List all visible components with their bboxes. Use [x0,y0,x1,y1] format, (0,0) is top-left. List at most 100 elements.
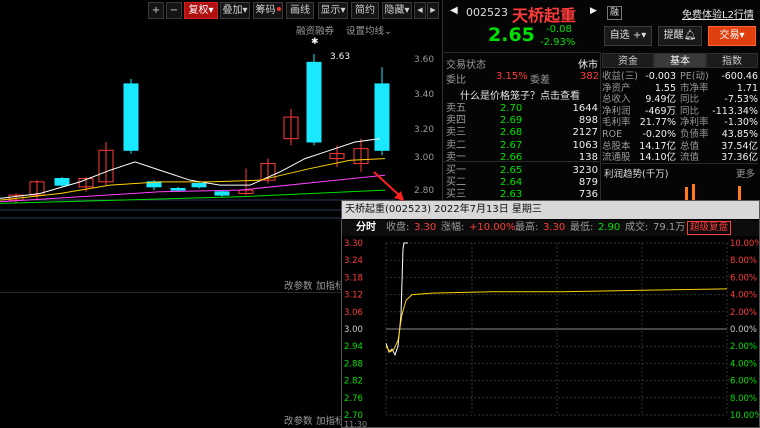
fin-label: 净利润 [602,105,631,117]
change-param-button-1[interactable]: 改参数 [284,278,313,292]
bid-ratio-label: 委比 [446,75,466,86]
order-price: 2.70 [500,103,523,114]
bid-diff-value: 382 [580,71,600,82]
caret-down-icon: ▾ [242,5,248,16]
fin-label: 同比 [680,94,700,106]
free-l2-link[interactable]: 免费体验L2行情 [682,6,754,21]
order-book-row: 卖五 2.70 1644 [442,102,600,115]
zoom-out-button[interactable]: − [166,2,182,19]
order-level-label: 卖四 [446,115,466,127]
fin-label: 总收入 [602,94,631,106]
financial-row: ROE -0.20% 负债率 43.85% [602,129,758,141]
fin-value: 1.55 [654,82,676,94]
pct-tick: 8.00% [730,256,757,266]
red-dot-icon [276,7,281,11]
fin-value: 1.71 [736,82,758,94]
tab-basic[interactable]: 基本 [654,53,706,68]
order-price: 2.68 [500,127,523,139]
fin-label: 收益(三) [602,71,638,82]
more-link[interactable]: 更多 [736,166,755,180]
candle-body [170,187,186,191]
fin-label: 净利率 [680,117,709,129]
tab-index[interactable]: 指数 [706,53,758,68]
chg-label: 涨幅: [441,222,465,233]
add-watchlist-button[interactable]: 自选 +▾ [604,26,652,46]
price-tick: 3.12 [344,291,363,301]
next-arrow-icon[interactable]: ▶ [427,2,439,19]
fin-label: 总值 [680,140,700,152]
change-param-button-2[interactable]: 改参数 [284,413,313,427]
fin-value: -113.34% [712,105,758,117]
trade-button[interactable]: 交易▾ [708,26,756,46]
profit-bar [738,186,741,200]
alert-button[interactable]: 提醒🔔︎ [658,26,702,46]
price-tick: 2.80 [414,186,435,196]
order-level-label: 卖二 [446,139,466,151]
bid-diff-label: 委差 [530,75,550,86]
prev-arrow-icon[interactable]: ◀ [414,2,426,19]
chips-label: 筹码 [255,5,276,16]
pct-tick: 2.00% [730,342,757,352]
caret-down-icon: ▾ [340,5,346,16]
order-level-label: 卖五 [446,103,466,114]
financial-row: 总股本 14.17亿 总值 37.54亿 [602,141,758,153]
order-volume: 879 [578,177,598,189]
menu-triangle-icon[interactable]: ◀ [450,5,458,16]
price-tick: 3.60 [414,55,435,65]
overlay-button[interactable]: 叠加▾ [220,2,250,19]
fin-value: -7.53% [724,94,758,106]
display-button[interactable]: 显示▾ [318,2,348,19]
tab-intraday[interactable]: 分时 [356,220,376,236]
order-volume: 898 [578,115,598,127]
deal-value: 79.1万 [653,222,686,233]
order-volume: 3230 [572,165,598,176]
price-tick: 3.06 [344,308,363,318]
order-book: 卖五 2.70 1644 卖四 2.69 898 卖三 2.68 2127 卖二 2.67 1063 卖… [442,102,600,213]
caret-down-icon: ▾ [404,5,410,16]
trade-label: 交易 [719,30,740,41]
order-price: 2.65 [500,165,523,176]
stock-name: 天桥起重 [512,6,577,25]
caret-down-icon: ▾ [739,30,745,41]
price-cage-link[interactable]: 什么是价格笼子？点击查看 [460,87,580,102]
zoom-in-button[interactable]: + [148,2,164,19]
expand-arrow-icon[interactable]: ▶ [590,6,597,16]
order-book-row: 买一 2.65 3230 [442,164,600,177]
price-line [385,242,408,357]
stock-code: 002523 [466,6,508,19]
fin-value: -0.003 [645,71,676,82]
fin-value: -0.20% [642,129,676,140]
high-price-marker: 3.63 [330,52,351,62]
fin-value: 43.85% [721,129,758,140]
fin-label: 同比 [680,105,700,117]
fuquan-label: 复权 [188,5,209,16]
hide-button[interactable]: 隐藏▾ [382,2,412,19]
fuquan-button[interactable]: 复权▾ [184,2,218,19]
super-replay-button[interactable]: 超级复盘 [687,221,732,235]
brief-button[interactable]: 简约 [351,2,379,19]
candle-body [54,178,70,186]
draw-line-button[interactable]: 画线 [286,2,314,19]
pct-tick: 10.00% [730,411,759,421]
watch-label: 自选 [609,30,630,41]
display-label: 显示 [320,5,341,16]
financial-row: 毛利率 21.77% 净利率 -1.30% [602,117,758,129]
fin-label: PE(动) [680,71,709,82]
tab-capital[interactable]: 资金 [602,53,654,68]
info-tabs: 资金 基本 指数 [602,53,758,68]
chips-button[interactable]: 筹码 [253,2,283,19]
deal-label: 成交: [625,222,649,233]
order-level-label: 买一 [446,165,466,176]
low-value: 2.90 [598,222,621,233]
pct-tick: 2.00% [730,308,757,318]
fin-value: 9.49亿 [645,94,676,106]
intraday-chart[interactable]: 3.30 10.00% 3.24 8.00% 3.18 6.00% 3.12 4.00% 3.0… [342,237,759,427]
divider [442,52,600,53]
fin-value: -1.30% [724,117,758,129]
pct-tick: 6.00% [730,377,757,387]
financial-table: 收益(三) -0.003 PE(动) -600.46 净资产 1.55 市净率 1.71 总收入… [602,71,758,166]
candle-body [306,61,322,143]
order-volume: 2127 [572,127,598,139]
order-volume: 1644 [572,103,598,114]
hide-label: 隐藏 [384,5,405,16]
